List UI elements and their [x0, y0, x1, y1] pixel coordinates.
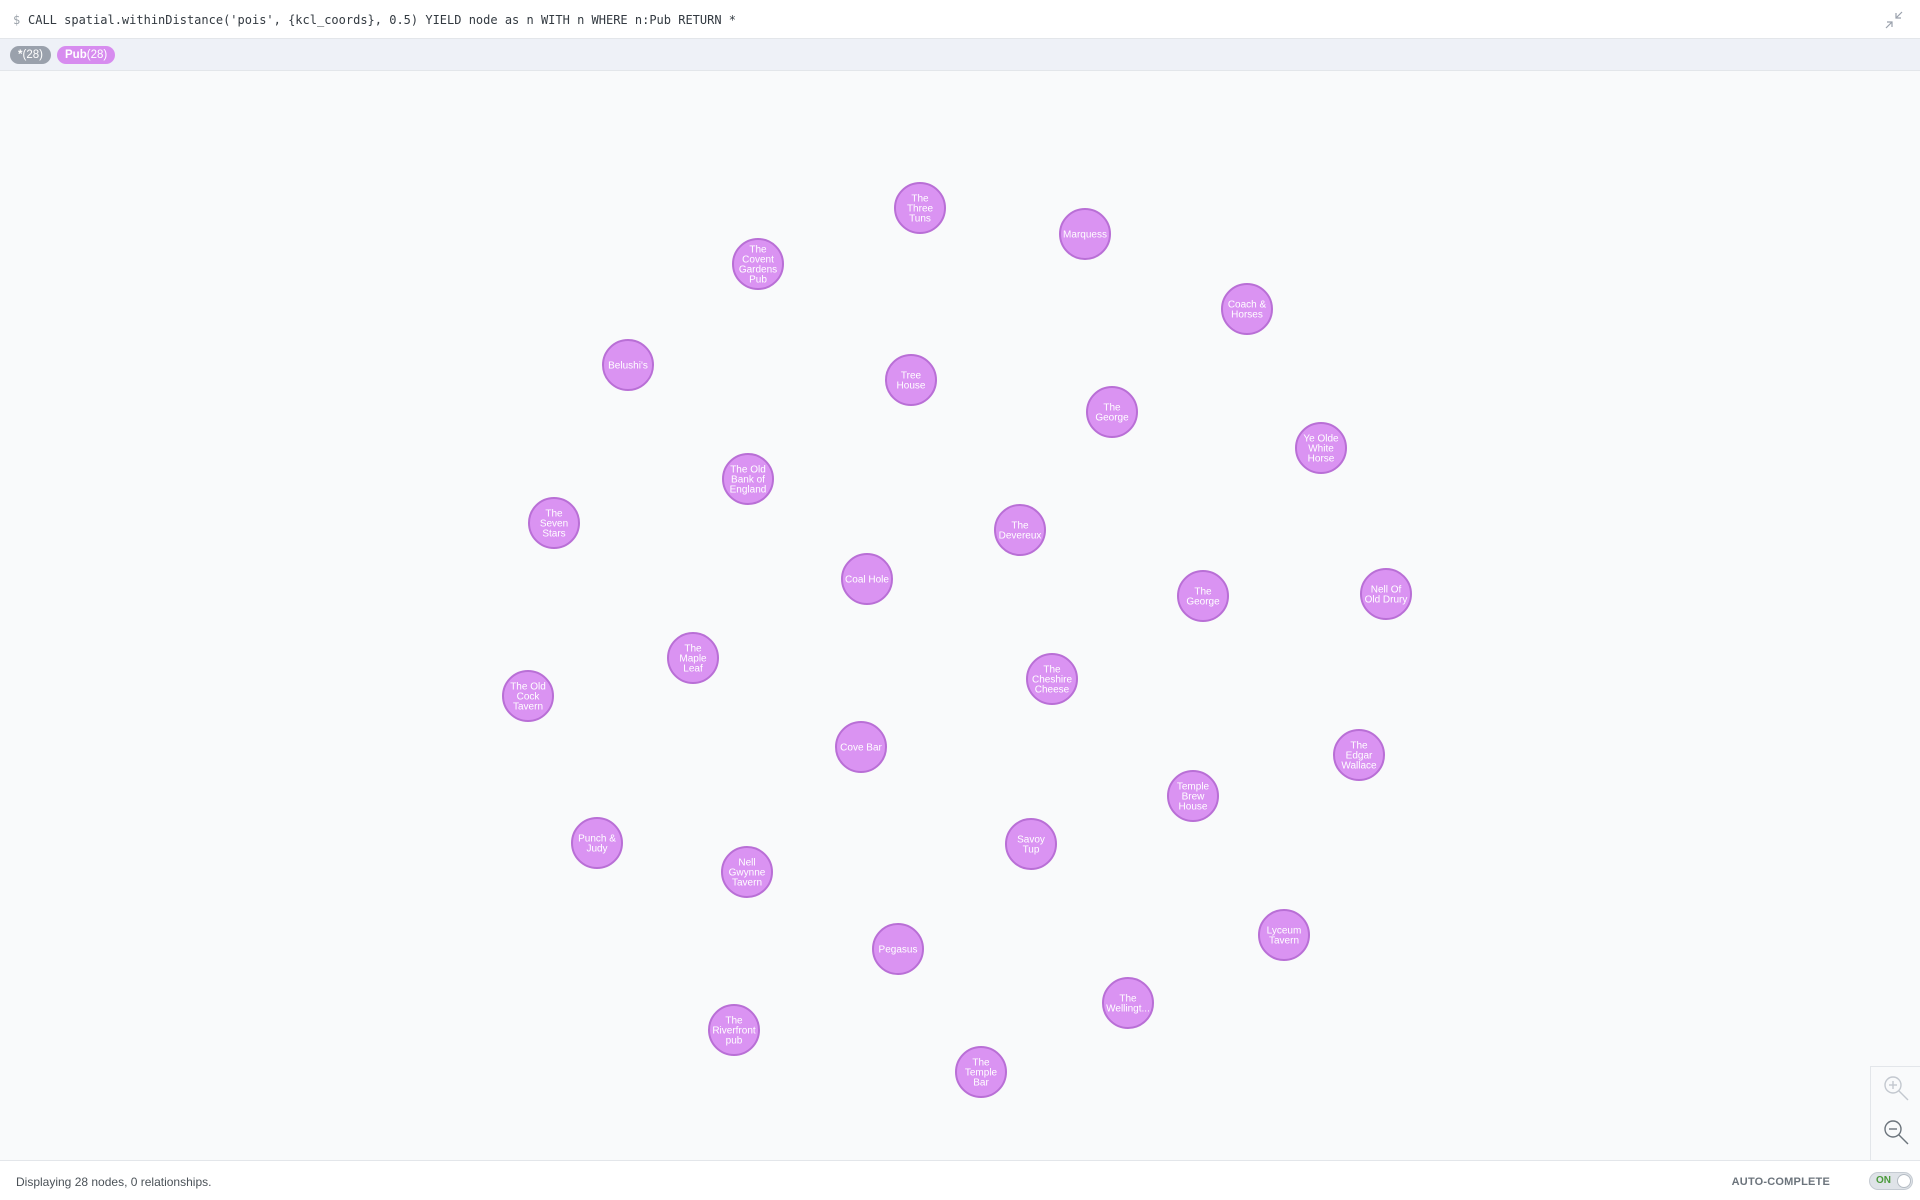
zoom-controls [1870, 1066, 1920, 1160]
label-pub-name: Pub [65, 49, 87, 61]
graph-node[interactable]: Belushi's [602, 339, 654, 391]
collapse-icon[interactable] [1882, 8, 1906, 32]
graph-node[interactable]: The Cheshire Cheese [1026, 653, 1078, 705]
toggle-knob [1897, 1174, 1911, 1188]
graph-node[interactable]: Tree House [885, 354, 937, 406]
graph-node[interactable]: The Temple Bar [955, 1046, 1007, 1098]
graph-node[interactable]: The Devereux [994, 504, 1046, 556]
graph-node-label: Coal Hole [845, 575, 889, 586]
graph-node[interactable]: Punch & Judy [571, 817, 623, 869]
graph-node[interactable]: Coach & Horses [1221, 283, 1273, 335]
autocomplete-label: AUTO-COMPLETE [1731, 1176, 1830, 1188]
query-editor[interactable]: CALL spatial.withinDistance('pois', {kcl… [28, 13, 736, 27]
graph-node[interactable]: Savoy Tup [1005, 818, 1057, 870]
graph-svg[interactable]: The Three Tuns Marquess The Covent Gardens Pub C… [0, 71, 1920, 1160]
query-bar: $ CALL spatial.withinDistance('pois', {k… [0, 0, 1920, 39]
graph-node[interactable]: The Covent Gardens Pub [732, 238, 784, 290]
graph-node-label: The Old Bank of England [730, 465, 767, 496]
graph-node[interactable]: The Maple Leaf [667, 632, 719, 684]
graph-node[interactable]: Coal Hole [841, 553, 893, 605]
label-pill-all[interactable]: *(28) [10, 46, 51, 64]
graph-node[interactable]: Cove Bar [835, 721, 887, 773]
graph-node-label: Coach & Horses [1228, 300, 1267, 321]
graph-node[interactable]: The Wellingt... [1102, 977, 1154, 1029]
graph-node[interactable]: Temple Brew House [1167, 770, 1219, 822]
graph-node[interactable]: The Edgar Wallace [1333, 729, 1385, 781]
graph-node[interactable]: Nell Of Old Drury [1360, 568, 1412, 620]
label-pill-pub[interactable]: Pub(28) [57, 46, 116, 64]
label-bar: *(28) Pub(28) [0, 39, 1920, 71]
label-pub-count: (28) [86, 49, 108, 61]
graph-node[interactable]: Ye Olde White Horse [1295, 422, 1347, 474]
graph-node[interactable]: Lyceum Tavern [1258, 909, 1310, 961]
graph-node[interactable]: The Riverfront pub [708, 1004, 760, 1056]
graph-node[interactable]: The Old Bank of England [722, 453, 774, 505]
graph-node-label: Nell Of Old Drury [1365, 585, 1408, 606]
graph-node[interactable]: Nell Gwynne Tavern [721, 846, 773, 898]
label-all-count: (28) [22, 49, 43, 61]
graph-node-label: Cove Bar [840, 743, 882, 754]
graph-canvas[interactable]: The Three Tuns Marquess The Covent Gardens Pub C… [0, 71, 1920, 1160]
graph-node-label: Pegasus [879, 945, 918, 956]
graph-node[interactable]: The Three Tuns [894, 182, 946, 234]
query-prompt: $ [13, 13, 21, 27]
graph-node-label: Ye Olde White Horse [1303, 434, 1339, 465]
graph-node[interactable]: The George [1086, 386, 1138, 438]
zoom-out-icon[interactable] [1881, 1117, 1911, 1147]
zoom-in-icon[interactable] [1881, 1073, 1911, 1103]
toggle-state: ON [1876, 1175, 1891, 1186]
graph-node-label: Marquess [1063, 230, 1107, 241]
graph-node[interactable]: The Old Cock Tavern [502, 670, 554, 722]
graph-node[interactable]: The Seven Stars [528, 497, 580, 549]
graph-node-label: Lyceum Tavern [1267, 926, 1302, 947]
status-bar: Displaying 28 nodes, 0 relationships. AU… [0, 1160, 1920, 1200]
status-text: Displaying 28 nodes, 0 relationships. [16, 1175, 212, 1189]
graph-node[interactable]: Marquess [1059, 208, 1111, 260]
autocomplete-toggle[interactable]: ON [1869, 1172, 1913, 1190]
graph-node[interactable]: The George [1177, 570, 1229, 622]
graph-node[interactable]: Pegasus [872, 923, 924, 975]
graph-node-label: Belushi's [608, 361, 648, 372]
